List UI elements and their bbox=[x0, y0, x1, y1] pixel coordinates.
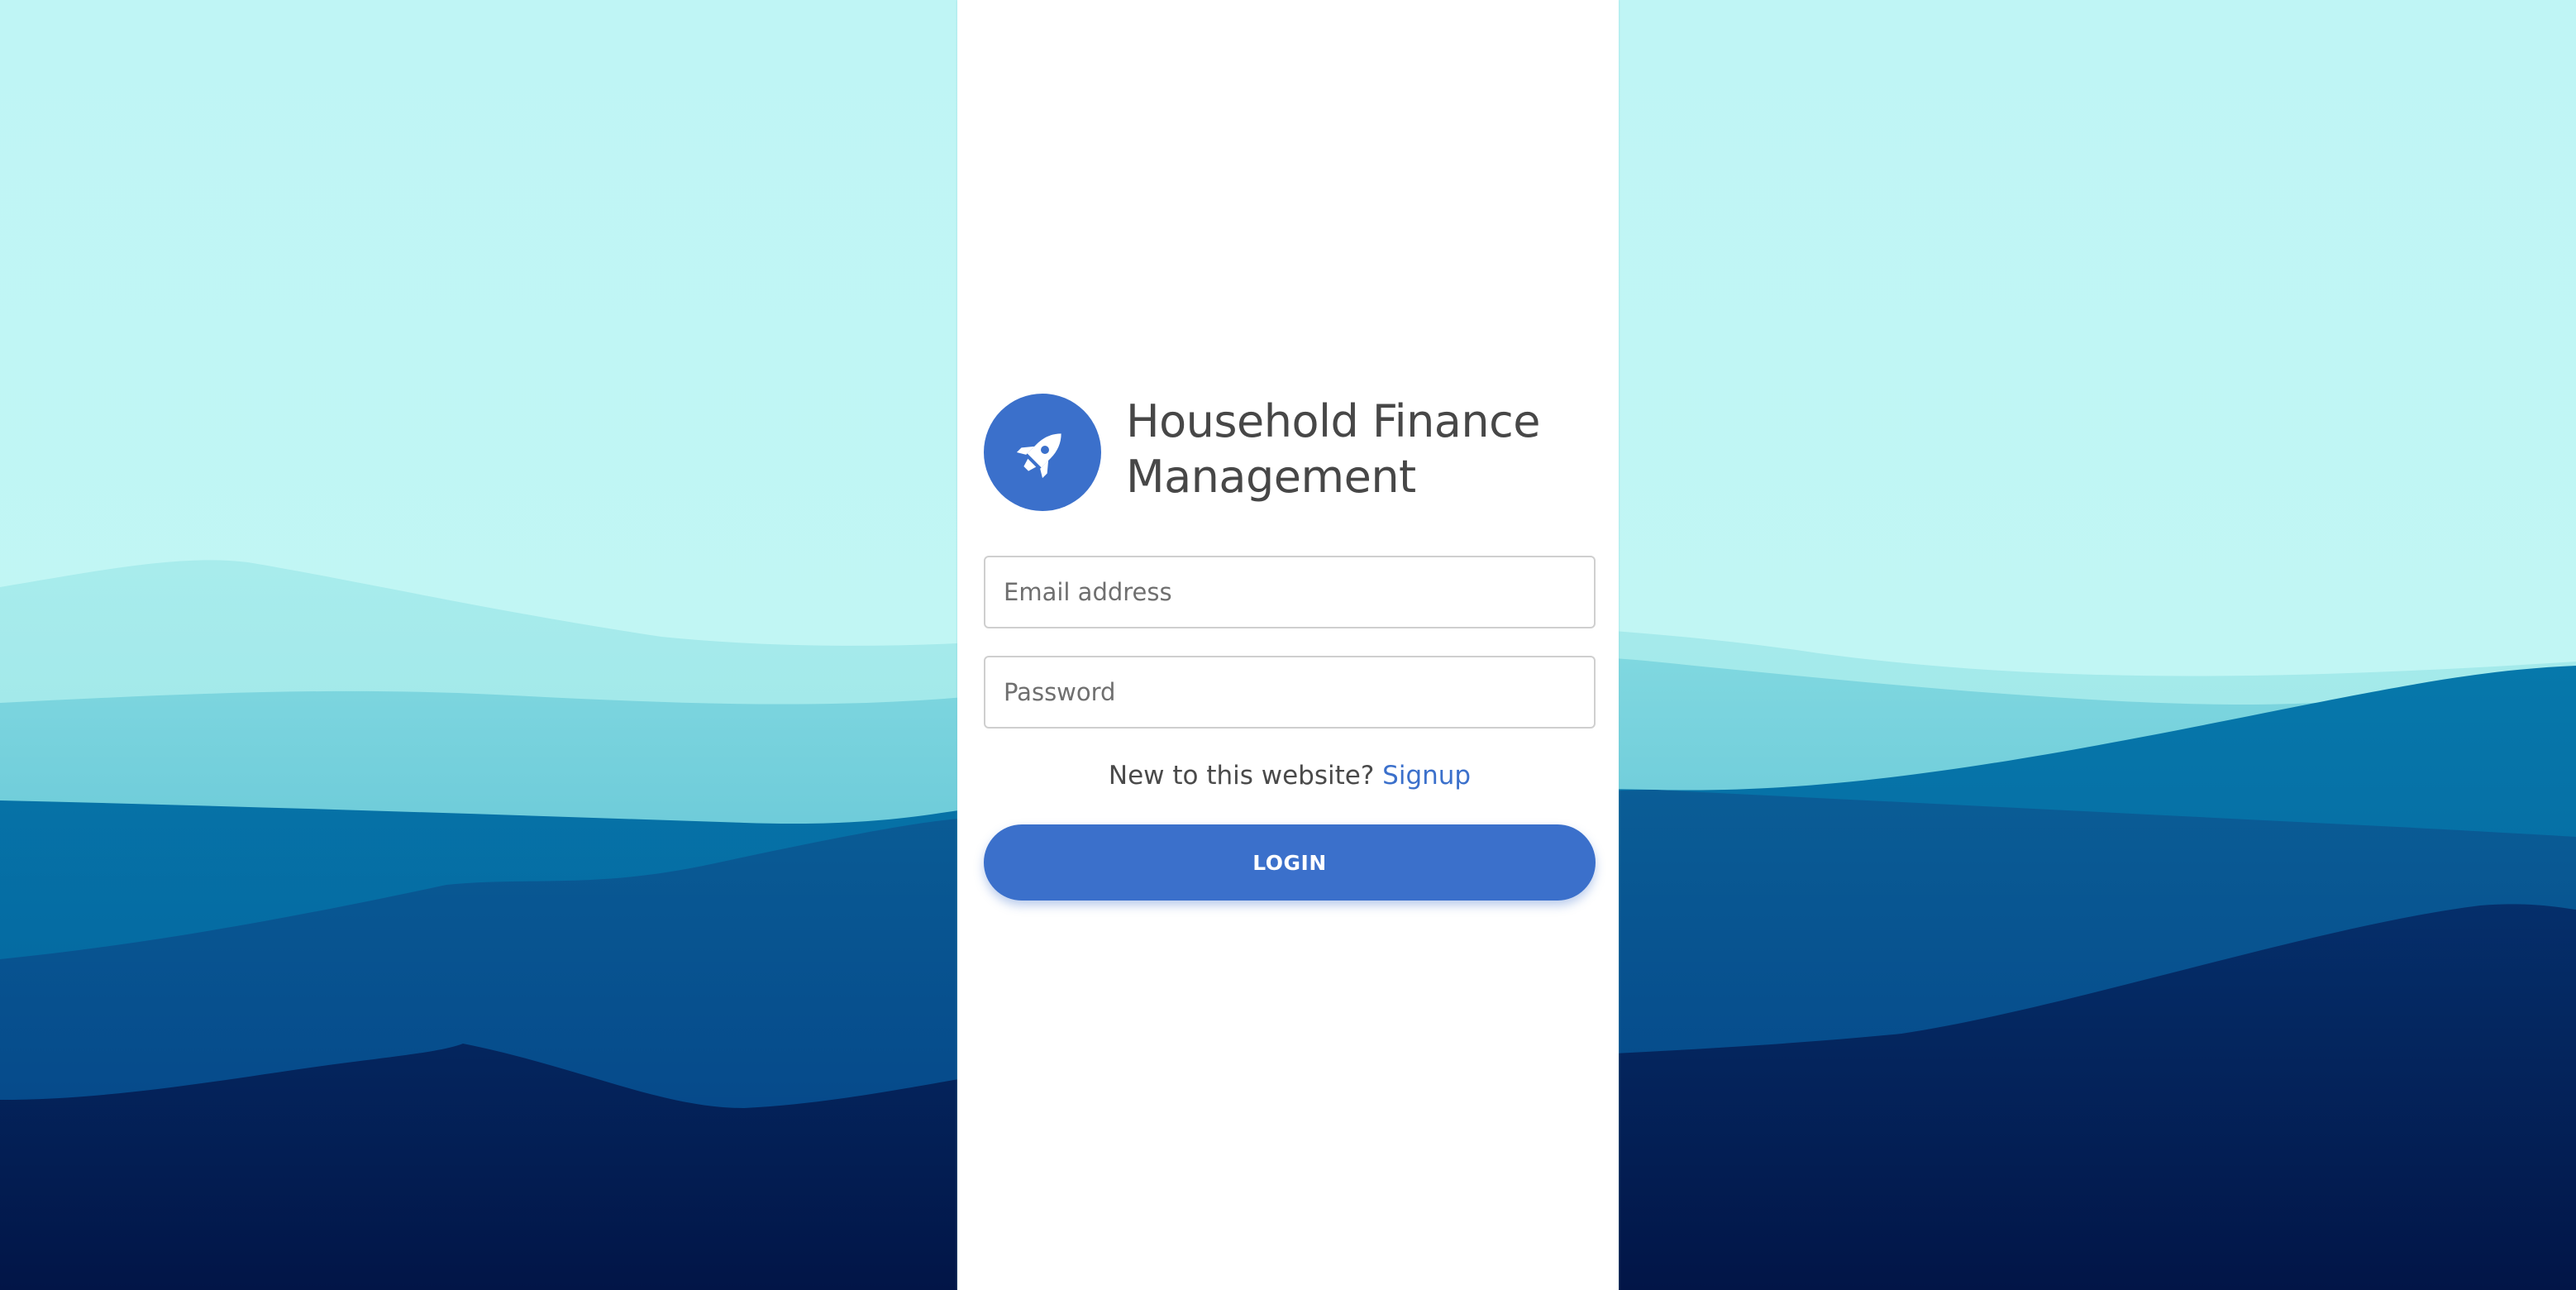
app-logo bbox=[984, 394, 1101, 511]
signup-prompt-text: New to this website? bbox=[1108, 761, 1375, 791]
email-field[interactable] bbox=[984, 556, 1596, 628]
app-title: Household Finance Management bbox=[1126, 395, 1541, 503]
signup-prompt-line: New to this website? Signup bbox=[984, 757, 1596, 794]
signup-link[interactable]: Signup bbox=[1382, 761, 1471, 791]
password-field[interactable] bbox=[984, 656, 1596, 729]
brand-header: Household Finance Management bbox=[984, 394, 1596, 511]
login-button[interactable]: LOGIN bbox=[984, 824, 1596, 901]
login-panel: Household Finance Management New to this… bbox=[957, 0, 1619, 1290]
rocket-icon bbox=[1016, 433, 1061, 479]
